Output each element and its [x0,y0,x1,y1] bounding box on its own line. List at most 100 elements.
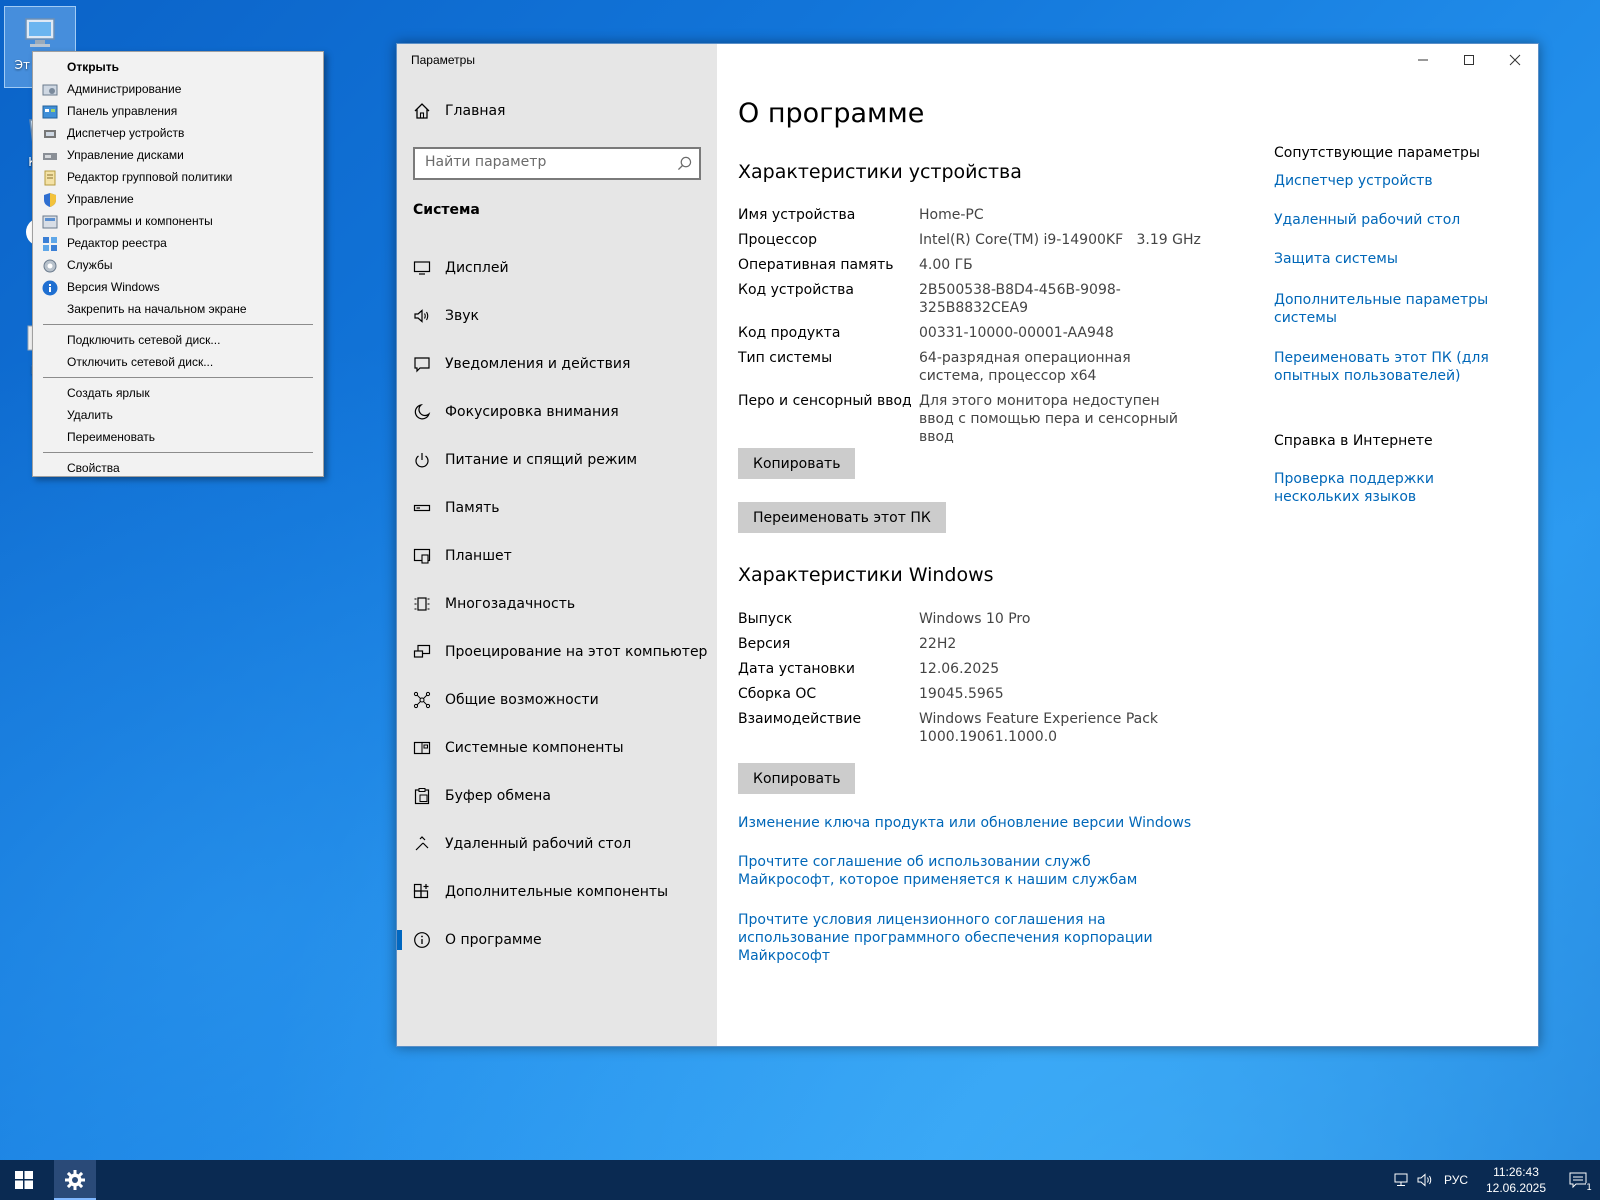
menu-item-admin-tools[interactable]: Администрирование [33,78,323,100]
sidebar-item-display[interactable]: Дисплей [397,244,717,292]
sidebar-item-storage[interactable]: Память [397,484,717,532]
related-link-device-manager[interactable]: Диспетчер устройств [1274,172,1524,190]
page-title: О программе [738,98,925,129]
related-link-remote-desktop[interactable]: Удаленный рабочий стол [1274,211,1524,229]
menu-item-delete[interactable]: Удалить [33,404,323,426]
window-title: Параметры [411,53,475,67]
services-agreement-link[interactable]: Прочтите соглашение об использовании слу… [738,853,1158,889]
menu-item-registry[interactable]: Редактор реестра [33,232,323,254]
sidebar-item-focus-assist[interactable]: Фокусировка внимания [397,388,717,436]
spec-value: Для этого монитора недоступен ввод с пом… [919,393,1179,445]
menu-item-rename[interactable]: Переименовать [33,426,323,448]
power-icon [415,453,429,468]
sidebar-item-label: О программе [445,932,542,948]
main-content: О программе Характеристики устройства Им… [738,44,1518,1046]
menu-item-manage[interactable]: Управление [33,188,323,210]
spec-value: Windows Feature Experience Pack 1000.190… [919,711,1159,745]
action-center-button[interactable]: 1 [1556,1160,1600,1200]
menu-item-properties[interactable]: Свойства [33,457,323,479]
spec-key: Сборка ОС [738,686,817,702]
license-terms-link[interactable]: Прочтите условия лицензионного соглашени… [738,911,1178,965]
spec-value: Windows 10 Pro [919,611,1031,627]
related-link-system-protection[interactable]: Защита системы [1274,250,1524,268]
spec-key: Код продукта [738,325,841,341]
sidebar-item-label: Дополнительные компоненты [445,884,669,900]
menu-item-control-panel[interactable]: Панель управления [33,100,323,122]
clock[interactable]: 11:26:43 12.06.2025 [1476,1164,1556,1196]
taskbar-settings-app[interactable] [54,1160,96,1200]
sidebar-item-shared-experiences[interactable]: Общие возможности [397,676,717,724]
change-product-key-link[interactable]: Изменение ключа продукта или обновление … [738,814,1198,832]
notification-icon [1569,1172,1587,1188]
menu-separator [43,324,313,325]
menu-item-label: Редактор групповой политики [67,170,233,184]
computer-icon [25,18,55,47]
menu-item-create-shortcut[interactable]: Создать ярлык [33,382,323,404]
spec-key: Имя устройства [738,207,856,223]
sidebar-item-multitasking[interactable]: Многозадачность [397,580,717,628]
gear-icon [65,1170,85,1190]
registry-icon [43,237,57,251]
copy-windows-specs-button[interactable]: Копировать [738,763,856,794]
sidebar-item-system-components[interactable]: Системные компоненты [397,724,717,772]
spec-row: Версия 22H2 [738,635,1208,653]
remote-desktop-icon [415,836,429,851]
windows-specs: Выпуск Windows 10 Pro Версия 22H2 Дата уст… [738,610,1208,753]
related-link-rename-pc-advanced[interactable]: Переименовать этот ПК (для опытных польз… [1274,349,1514,385]
menu-item-label: Службы [67,258,113,272]
related-link-advanced-system-settings[interactable]: Дополнительные параметры системы [1274,291,1489,327]
sidebar-item-about[interactable]: О программе [397,916,717,964]
sidebar-item-label: Удаленный рабочий стол [445,836,632,852]
spec-value: 4.00 ГБ [919,257,973,273]
menu-item-services[interactable]: Службы [33,254,323,276]
sidebar-item-remote-desktop[interactable]: Удаленный рабочий стол [397,820,717,868]
volume-tray-button[interactable] [1414,1160,1438,1200]
windows-logo-icon [15,1171,33,1189]
menu-item-group-policy[interactable]: Редактор групповой политики [33,166,323,188]
spec-row: Взаимодействие Windows Feature Experience… [738,710,1208,746]
spec-key: Код устройства [738,282,855,298]
help-link-language-support[interactable]: Проверка поддержки нескольких языков [1274,470,1519,506]
menu-item-pin-start[interactable]: Закрепить на начальном экране [33,298,323,320]
menu-item-windows-version[interactable]: Версия Windows [33,276,323,298]
sidebar-item-tablet[interactable]: Планшет [397,532,717,580]
spec-row: Процессор Intel(R) Core(TM) i9-14900KF 3.… [738,231,1208,249]
language-indicator[interactable]: РУС [1444,1173,1468,1187]
menu-item-disk-management[interactable]: Управление дисками [33,144,323,166]
spec-key: Тип системы [738,350,833,366]
menu-item-device-manager[interactable]: Диспетчер устройств [33,122,323,144]
menu-item-label: Удалить [67,408,113,422]
sidebar-item-power[interactable]: Питание и спящий режим [397,436,717,484]
spec-row: Код продукта 00331-10000-00001-AA948 [738,324,1208,342]
sidebar-item-projecting[interactable]: Проецирование на этот компьютер [397,628,717,676]
sidebar-item-clipboard[interactable]: Буфер обмена [397,772,717,820]
device-manager-icon [44,130,56,138]
optional-features-icon [413,883,429,899]
network-tray-button[interactable] [1390,1160,1414,1200]
clock-time: 11:26:43 [1493,1165,1539,1179]
menu-item-label: Отключить сетевой диск... [67,355,214,369]
menu-item-label: Подключить сетевой диск... [67,333,221,347]
sidebar-item-label: Проецирование на этот компьютер [445,644,708,660]
menu-item-label: Панель управления [67,104,178,118]
sidebar-item-notifications[interactable]: Уведомления и действия [397,340,717,388]
services-icon [43,259,57,273]
menu-item-programs[interactable]: Программы и компоненты [33,210,323,232]
rename-pc-button[interactable]: Переименовать этот ПК [738,502,946,533]
sidebar-item-optional-features[interactable]: Дополнительные компоненты [397,868,717,916]
admin-tools-icon [42,84,58,96]
sidebar-item-sound[interactable]: Звук [397,292,717,340]
volume-icon [1417,1173,1432,1187]
menu-item-map-network-drive[interactable]: Подключить сетевой диск... [33,329,323,351]
related-settings-title: Сопутствующие параметры [1274,145,1480,161]
sidebar-item-label: Фокусировка внимания [445,404,619,420]
programs-icon [42,215,58,229]
copy-device-specs-button[interactable]: Копировать [738,448,856,479]
search-input[interactable]: Найти параметр [413,147,701,180]
menu-item-disconnect-network-drive[interactable]: Отключить сетевой диск... [33,351,323,373]
sidebar-home[interactable]: Главная [413,102,505,120]
sidebar-item-label: Память [445,500,500,516]
menu-item-open[interactable]: Открыть [33,56,323,78]
online-help-title: Справка в Интернете [1274,433,1433,449]
start-button[interactable] [0,1160,48,1200]
